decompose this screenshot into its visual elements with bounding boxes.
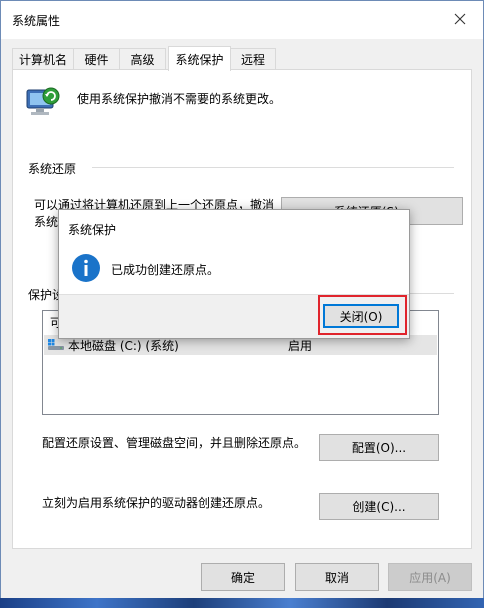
ok-button[interactable]: 确定 (201, 563, 285, 591)
create-button[interactable]: 创建(C)... (319, 493, 439, 520)
configure-description: 配置还原设置、管理磁盘空间，并且删除还原点。 (42, 436, 307, 450)
restore-description-line2: 系统 (34, 215, 59, 229)
system-protection-dialog: 系统保护 已成功创建还原点。 关闭(O) (58, 209, 410, 339)
desktop-background (0, 598, 484, 608)
drive-name: 本地磁盘 (C:) (系统) (68, 339, 179, 353)
tab-advanced[interactable]: 高级 (119, 48, 166, 69)
tab-remote[interactable]: 远程 (230, 48, 276, 69)
intro-text: 使用系统保护撤消不需要的系统更改。 (77, 92, 282, 106)
system-protection-icon (26, 87, 60, 115)
cancel-button[interactable]: 取消 (295, 563, 379, 591)
drive-protection-status: 启用 (288, 339, 313, 353)
create-description: 立刻为启用系统保护的驱动器创建还原点。 (42, 496, 271, 510)
window-title: 系统属性 (12, 14, 61, 28)
configure-button[interactable]: 配置(O)... (319, 434, 439, 461)
window-close-button[interactable] (437, 1, 483, 37)
restore-group-divider (92, 167, 454, 168)
dialog-message: 已成功创建还原点。 (111, 263, 220, 277)
drive-icon (48, 339, 64, 350)
apply-button[interactable]: 应用(A) (388, 563, 472, 591)
tab-hardware[interactable]: 硬件 (73, 48, 120, 69)
tab-computer-name[interactable]: 计算机名 (12, 48, 74, 69)
dialog-title: 系统保护 (68, 223, 117, 237)
close-icon (454, 13, 466, 25)
highlight-annotation (318, 295, 407, 335)
title-bar[interactable]: 系统属性 (1, 1, 483, 39)
restore-group-label: 系统还原 (28, 162, 77, 176)
info-icon (72, 254, 100, 282)
tab-system-protection[interactable]: 系统保护 (168, 46, 231, 71)
